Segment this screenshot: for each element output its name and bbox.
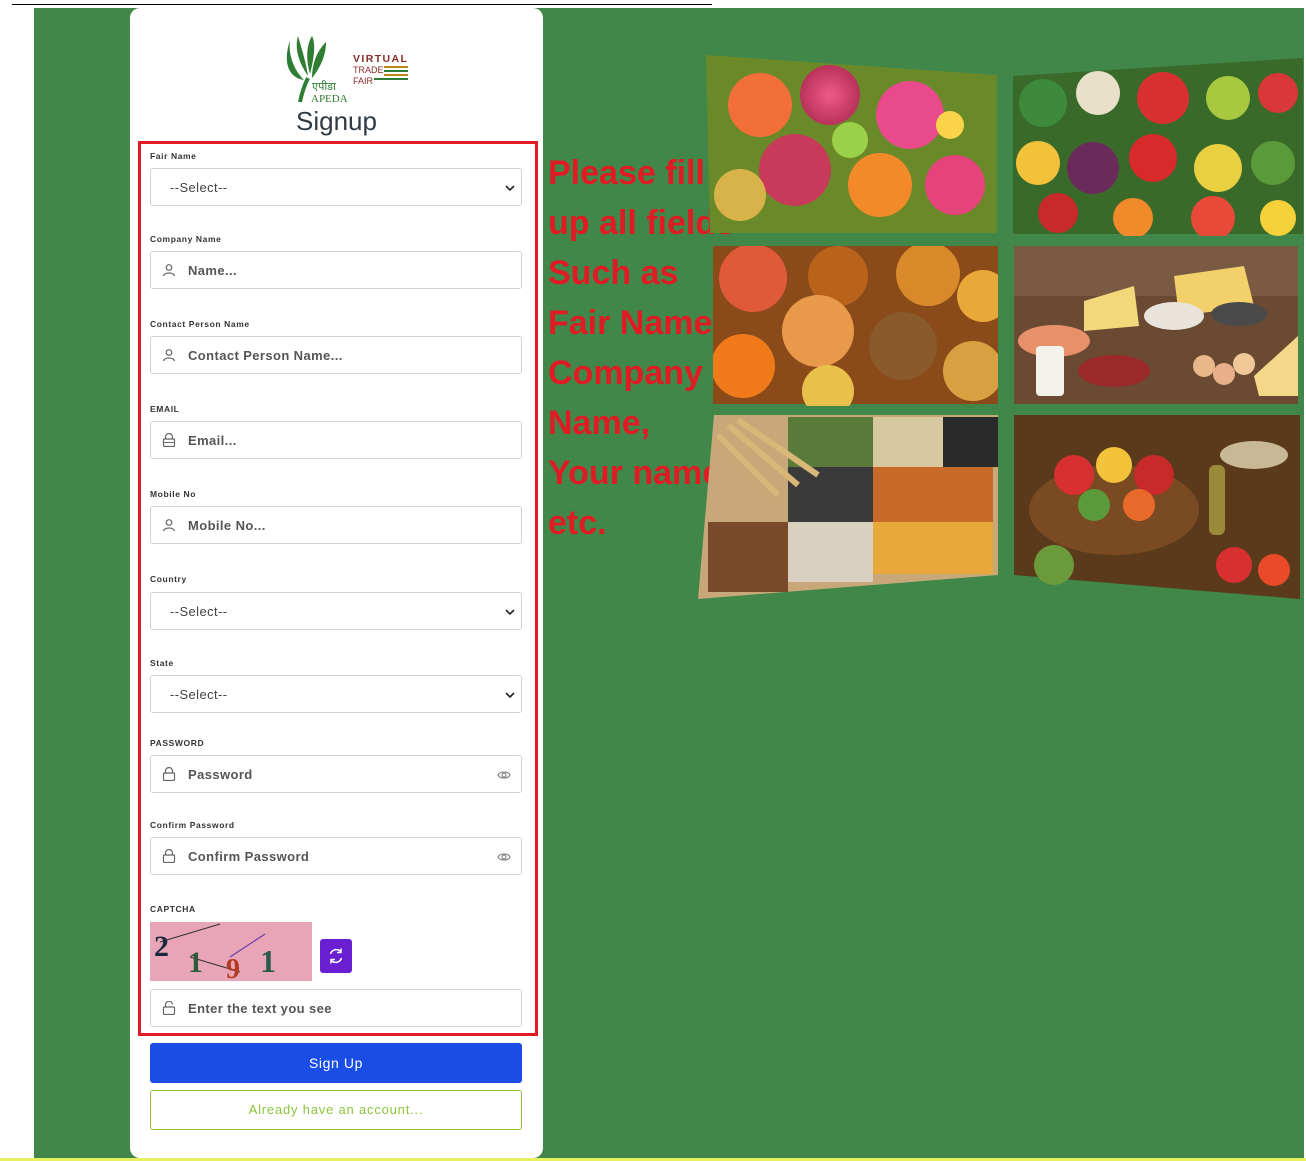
signup-card: VIRTUAL TRADE FAIR एपीडा APEDA Signup Fa… xyxy=(130,8,543,1158)
email-label: EMAIL xyxy=(150,404,180,414)
vegetables-photo xyxy=(1013,58,1303,236)
eye-icon[interactable] xyxy=(497,851,511,863)
country-value: --Select-- xyxy=(170,604,228,619)
captcha-label: CAPTCHA xyxy=(150,904,196,914)
snacks-photo xyxy=(713,246,998,406)
lock-icon xyxy=(162,433,176,447)
chevron-down-icon xyxy=(505,609,515,616)
page-title: Signup xyxy=(296,106,377,136)
captcha-image: 2 1 9 1 21 9 1 xyxy=(150,922,312,985)
already-have-account-button[interactable]: Already have an account... xyxy=(150,1090,522,1130)
logo-apeda-text: APEDA xyxy=(311,93,348,105)
state-value: --Select-- xyxy=(170,687,228,702)
password-field[interactable]: Password xyxy=(150,755,522,793)
refresh-captcha-button[interactable] xyxy=(320,939,352,973)
chevron-down-icon xyxy=(505,692,515,699)
confirm-password-label: Confirm Password xyxy=(150,820,235,830)
mobile-input[interactable]: Mobile No... xyxy=(150,506,522,544)
lock-icon xyxy=(162,767,176,781)
company-name-input[interactable]: Name... xyxy=(150,251,522,289)
company-name-label: Company Name xyxy=(150,234,222,244)
state-select[interactable]: --Select-- xyxy=(150,675,522,713)
chevron-down-icon xyxy=(505,185,515,192)
svg-text:9: 9 xyxy=(226,954,240,981)
unlock-icon xyxy=(162,1001,176,1015)
confirm-password-placeholder: Confirm Password xyxy=(188,849,310,864)
state-label: State xyxy=(150,658,174,668)
user-icon xyxy=(162,349,176,362)
apeda-logo: VIRTUAL TRADE FAIR एपीडा APEDA xyxy=(286,36,408,105)
grains-photo xyxy=(698,415,998,599)
logo-virtual-text: VIRTUAL xyxy=(353,53,408,65)
refresh-icon xyxy=(329,948,343,964)
captcha-input[interactable]: Enter the text you see xyxy=(150,989,522,1027)
contact-person-label: Contact Person Name xyxy=(150,319,250,329)
logo-hindi-text: एपीडा xyxy=(312,80,336,93)
produce-basket-photo xyxy=(1014,415,1300,599)
confirm-password-field[interactable]: Confirm Password xyxy=(150,837,522,875)
fair-name-select[interactable]: --Select-- xyxy=(150,168,522,206)
dairy-photo xyxy=(1014,246,1298,404)
mobile-label: Mobile No xyxy=(150,489,197,499)
country-select[interactable]: --Select-- xyxy=(150,592,522,630)
fair-name-label: Fair Name xyxy=(150,151,197,161)
top-rule xyxy=(12,4,712,5)
email-field[interactable]: Email... xyxy=(150,421,522,459)
company-name-placeholder: Name... xyxy=(188,263,238,278)
user-icon xyxy=(162,264,176,277)
eye-icon[interactable] xyxy=(497,769,511,781)
email-placeholder: Email... xyxy=(188,433,237,448)
logo-trade-text: TRADE xyxy=(353,65,384,75)
svg-text:1: 1 xyxy=(260,943,276,979)
flowers-photo xyxy=(706,55,997,233)
password-label: PASSWORD xyxy=(150,738,205,748)
country-label: Country xyxy=(150,574,187,584)
contact-person-placeholder: Contact Person Name... xyxy=(188,348,343,363)
contact-person-input[interactable]: Contact Person Name... xyxy=(150,336,522,374)
captcha-placeholder: Enter the text you see xyxy=(188,1001,332,1016)
fair-name-value: --Select-- xyxy=(170,180,228,195)
logo-fair-text: FAIR xyxy=(353,76,374,86)
password-placeholder: Password xyxy=(188,767,253,782)
mobile-placeholder: Mobile No... xyxy=(188,518,266,533)
svg-text:2: 2 xyxy=(154,930,169,963)
svg-text:1: 1 xyxy=(188,946,203,979)
sign-up-button[interactable]: Sign Up xyxy=(150,1043,522,1083)
lock-icon xyxy=(162,849,176,863)
user-icon xyxy=(162,519,176,532)
